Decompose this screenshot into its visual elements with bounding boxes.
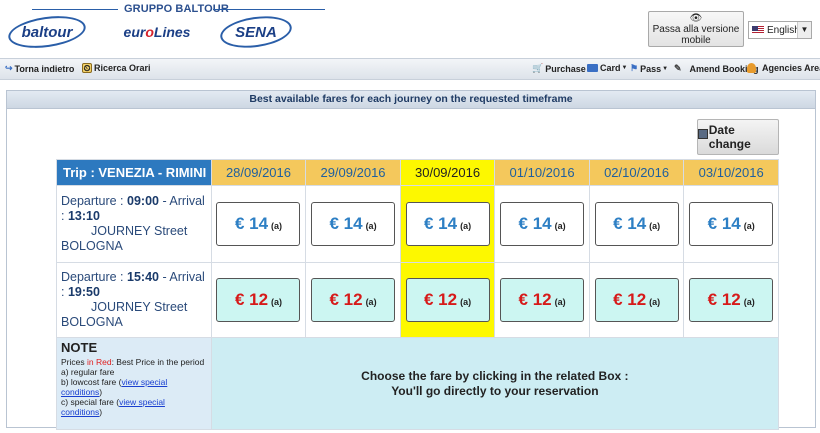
fare-box[interactable]: € 14 (a)	[689, 202, 774, 246]
divider	[32, 9, 118, 10]
fare-cell: € 12 (a)	[494, 262, 590, 338]
date-change-label: Date change	[708, 123, 751, 151]
arrival-time: 19:50	[67, 285, 100, 299]
nav-agencies-label: Agencies Area	[762, 63, 820, 73]
journey-row: Departure : 15:40 - Arrival : 19:50 JOUR…	[56, 262, 779, 338]
fare-box[interactable]: € 14 (a)	[216, 202, 301, 246]
city: BOLOGNA	[61, 315, 123, 329]
date-header[interactable]: 29/09/2016	[305, 159, 401, 186]
journey-info: Departure : 15:40 - Arrival : 19:50 JOUR…	[56, 262, 212, 338]
note-title: NOTE	[61, 340, 98, 355]
fare-cell: € 14 (a)	[494, 185, 590, 263]
note-regular: a) regular fare	[61, 367, 115, 377]
baltour-logo-text: baltour	[21, 23, 73, 41]
fare-cell-selected: € 12 (a)	[399, 262, 496, 338]
fare-cell: € 12 (a)	[588, 262, 685, 338]
date-header[interactable]: 01/10/2016	[494, 159, 590, 186]
eye-icon: 👁	[689, 13, 703, 24]
baltour-logo[interactable]: baltour	[6, 11, 88, 53]
language-selected: English	[767, 24, 800, 36]
fare-cell: € 12 (a)	[305, 262, 401, 338]
date-header[interactable]: 28/09/2016	[210, 159, 307, 186]
footer-row: NOTE Prices in Red: Best Price in the pe…	[56, 337, 780, 430]
fare-cell-selected: € 14 (a)	[399, 185, 496, 263]
nav-back[interactable]: ↪ Torna indietro	[5, 63, 74, 74]
fares-table: Trip : VENEZIA - RIMINI 28/09/2016 29/09…	[56, 159, 780, 430]
clock-icon: ⏲	[82, 63, 92, 73]
chevron-down-icon: ▼	[662, 65, 669, 72]
fares-panel: Best available fares for each journey on…	[6, 90, 816, 430]
date-header[interactable]: 02/10/2016	[588, 159, 685, 186]
journey-info: Departure : 09:00 - Arrival : 13:10 JOUR…	[56, 185, 212, 263]
fare-box[interactable]: € 14 (a)	[500, 202, 585, 246]
agent-icon	[747, 63, 756, 73]
eurolines-logo[interactable]: euroLines	[117, 17, 197, 47]
fare-cell: € 14 (a)	[588, 185, 685, 263]
nav-purchase-label: Purchase	[545, 63, 586, 74]
date-change-button[interactable]: Date change	[697, 119, 779, 155]
nav-amend[interactable]: ✎ Amend Booking	[674, 63, 759, 74]
sena-logo-text: SENA	[235, 23, 277, 41]
nav-pass-label: Pass	[640, 63, 662, 74]
fare-cell: € 14 (a)	[305, 185, 401, 263]
language-select[interactable]: English ▼	[748, 21, 812, 39]
fare-box-best[interactable]: € 12 (a)	[405, 278, 490, 322]
back-arrow-icon: ↪	[5, 63, 13, 73]
fare-box[interactable]: € 14 (a)	[405, 202, 490, 246]
nav-search[interactable]: ⏲ Ricerca Orari	[82, 63, 151, 73]
chevron-down-icon: ▼	[797, 22, 811, 38]
sena-logo[interactable]: SENA	[218, 12, 294, 52]
instruction-line: Choose the fare by clicking in the relat…	[361, 368, 629, 383]
fare-box[interactable]: € 14 (a)	[311, 202, 396, 246]
calendar-icon	[698, 129, 708, 139]
trip-title: Trip : VENEZIA - RIMINI	[56, 159, 212, 186]
operator: JOURNEY Street	[91, 300, 188, 314]
fare-box-best[interactable]: € 12 (a)	[216, 278, 301, 322]
city: BOLOGNA	[61, 239, 123, 253]
mobile-version-button[interactable]: 👁 Passa alla versione mobile	[648, 11, 744, 47]
fare-box-best[interactable]: € 12 (a)	[689, 278, 774, 322]
arrival-time: 13:10	[67, 209, 100, 223]
note-box: NOTE Prices in Red: Best Price in the pe…	[56, 337, 212, 430]
departure-time: 09:00	[127, 194, 159, 208]
instruction-box: Choose the fare by clicking in the relat…	[210, 337, 780, 430]
departure-time: 15:40	[127, 270, 159, 284]
nav-card-label: Card	[600, 63, 621, 73]
chevron-down-icon: ▼	[621, 65, 628, 71]
nav-purchase[interactable]: 🛒 Purchase	[532, 63, 586, 74]
fare-box-best[interactable]: € 12 (a)	[500, 278, 585, 322]
operator: JOURNEY Street	[91, 224, 188, 238]
fare-box[interactable]: € 14 (a)	[594, 202, 679, 246]
header-row: Trip : VENEZIA - RIMINI 28/09/2016 29/09…	[56, 159, 779, 186]
eurolines-logo-text: euroLines	[123, 24, 191, 40]
fare-cell: € 14 (a)	[683, 185, 779, 263]
uk-flag-icon	[752, 26, 764, 34]
panel-title: Best available fares for each journey on…	[7, 91, 815, 109]
pencil-icon: ✎	[674, 63, 682, 73]
note-special: c) special fare (view special conditions…	[61, 397, 165, 417]
site-header: GRUPPO BALTOUR baltour euroLines SENA 👁 …	[0, 0, 820, 58]
nav-back-label: Torna indietro	[14, 63, 75, 74]
note-prices: Prices in Red: Best Price in the period	[61, 357, 205, 367]
divider	[213, 9, 325, 10]
note-lowcost: b) lowcost fare (view special conditions…	[61, 377, 168, 397]
card-icon	[587, 64, 598, 72]
main-nav: ↪ Torna indietro ⏲ Ricerca Orari 🛒 Purch…	[0, 58, 820, 80]
nav-pass[interactable]: ⚑ Pass ▼	[630, 63, 668, 74]
fare-box-best[interactable]: € 12 (a)	[594, 278, 679, 322]
pass-icon: ⚑	[630, 63, 639, 73]
mobile-version-label: Passa alla versione mobile	[652, 24, 740, 46]
nav-search-label: Ricerca Orari	[94, 63, 151, 73]
fare-cell: € 14 (a)	[210, 185, 307, 263]
nav-agencies[interactable]: Agencies Area	[747, 63, 820, 73]
instruction-line: You'll go directly to your reservation	[391, 383, 599, 398]
fare-cell: € 12 (a)	[683, 262, 779, 338]
journey-row: Departure : 09:00 - Arrival : 13:10 JOUR…	[56, 185, 779, 263]
date-header-selected[interactable]: 30/09/2016	[399, 159, 496, 186]
nav-card[interactable]: Card ▼	[587, 63, 627, 73]
fare-box-best[interactable]: € 12 (a)	[311, 278, 396, 322]
date-header[interactable]: 03/10/2016	[683, 159, 779, 186]
cart-icon: 🛒	[532, 63, 544, 73]
fare-cell: € 12 (a)	[210, 262, 307, 338]
